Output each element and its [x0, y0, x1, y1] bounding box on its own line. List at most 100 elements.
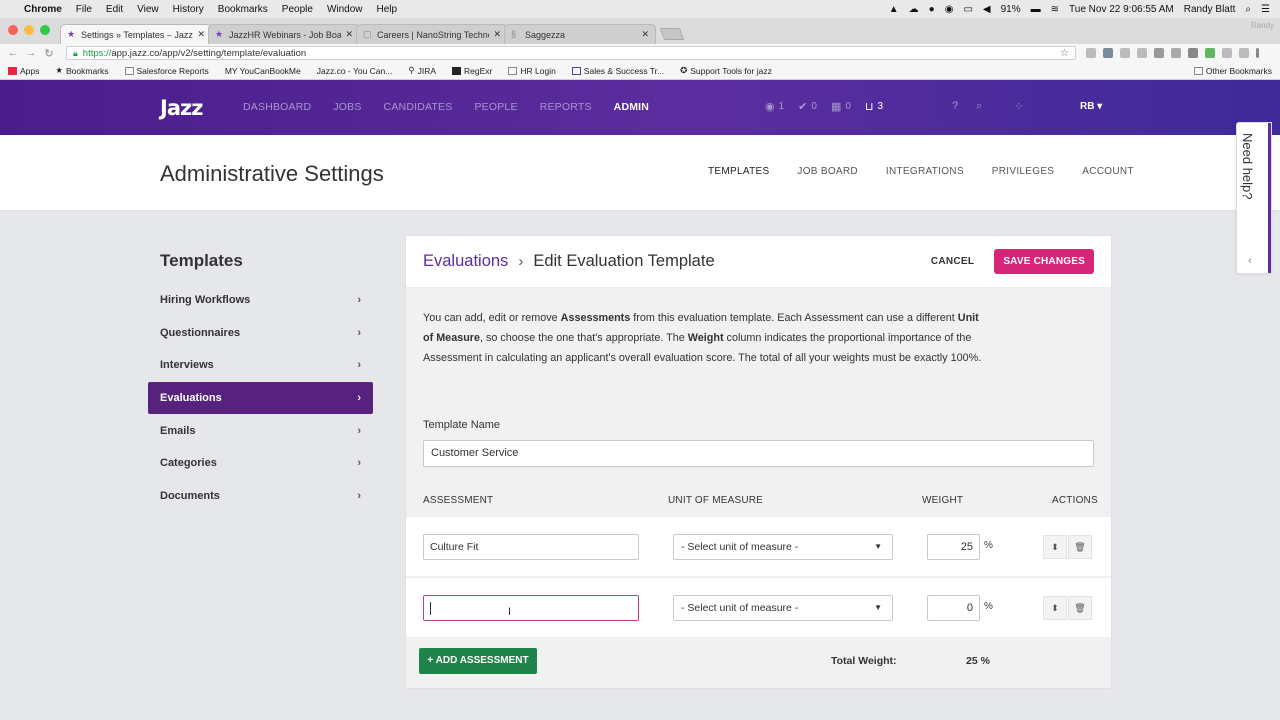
menu-bookmarks[interactable]: Bookmarks: [218, 4, 268, 15]
close-window-icon[interactable]: [8, 25, 18, 35]
reload-icon[interactable]: ↻: [42, 47, 56, 60]
volume-icon[interactable]: ◀: [983, 4, 991, 15]
watching-counter[interactable]: ◉ 1: [765, 100, 784, 113]
browser-tab[interactable]: ★ Settings » Templates – Jazz ✕: [60, 24, 212, 44]
nav-jobs[interactable]: JOBS: [333, 101, 361, 113]
need-help-tab[interactable]: Need help? ‹: [1236, 122, 1272, 274]
lock-icon[interactable]: 🔒︎: [73, 48, 78, 59]
address-bar[interactable]: 🔒︎ https:// app.jazz.co/app/v2/setting/t…: [66, 46, 1076, 60]
menu-edit[interactable]: Edit: [106, 4, 123, 15]
search-icon[interactable]: ⌕: [976, 100, 982, 113]
browser-tab[interactable]: § Saggezza ✕: [504, 24, 656, 44]
apps-grid-icon[interactable]: ⁘: [1014, 100, 1023, 113]
bookmark-item[interactable]: HR Login: [508, 66, 556, 76]
bookmark-item[interactable]: ⚲ JIRA: [408, 65, 436, 76]
save-changes-button[interactable]: SAVE CHANGES: [994, 249, 1094, 274]
calendar-counter[interactable]: ▦ 0: [831, 100, 851, 113]
clock[interactable]: Tue Nov 22 9:06:55 AM: [1069, 4, 1174, 15]
new-tab-button[interactable]: [659, 28, 685, 40]
weight-input[interactable]: 25: [927, 534, 980, 560]
tasks-counter[interactable]: ✔ 0: [798, 100, 817, 113]
menu-history[interactable]: History: [173, 4, 204, 15]
add-assessment-button[interactable]: + ADD ASSESSMENT: [419, 648, 537, 674]
bookmark-item[interactable]: Salesforce Reports: [124, 66, 209, 76]
nav-candidates[interactable]: CANDIDATES: [384, 101, 453, 113]
forward-icon[interactable]: →: [24, 47, 38, 59]
unit-of-measure-select[interactable]: - Select unit of measure - ▼: [673, 595, 893, 621]
reorder-handle-icon[interactable]: ⬍: [1043, 596, 1067, 620]
nav-dashboard[interactable]: DASHBOARD: [243, 101, 311, 113]
airplay-icon[interactable]: ▭: [963, 4, 972, 15]
assessment-name-input[interactable]: Culture Fit: [423, 534, 639, 560]
sidebar-item-hiring-workflows[interactable]: Hiring Workflows ›: [148, 284, 373, 317]
cancel-button[interactable]: CANCEL: [931, 256, 974, 267]
battery-icon[interactable]: ▬: [1031, 4, 1041, 15]
wifi-icon[interactable]: ≋: [1051, 4, 1059, 15]
jazz-logo[interactable]: Jazz: [160, 96, 203, 120]
skype-icon[interactable]: ◉: [945, 4, 954, 15]
back-icon[interactable]: ←: [6, 47, 20, 59]
inbox-counter[interactable]: ⊔ 3: [865, 100, 883, 113]
weight-input[interactable]: 0: [927, 595, 980, 621]
subnav-account[interactable]: ACCOUNT: [1082, 166, 1134, 177]
close-tab-icon[interactable]: ✕: [345, 29, 353, 40]
bookmark-item[interactable]: MY YouCanBookMe: [225, 66, 301, 76]
sidebar-item-emails[interactable]: Emails ›: [148, 414, 373, 447]
sidebar-item-questionnaires[interactable]: Questionnaires ›: [148, 317, 373, 350]
extension-icon[interactable]: [1188, 48, 1198, 58]
extension-icon[interactable]: [1222, 48, 1232, 58]
menu-people[interactable]: People: [282, 4, 313, 15]
extension-icon[interactable]: [1239, 48, 1249, 58]
bookmark-item[interactable]: ✪ Support Tools for jazz: [680, 65, 772, 76]
user-menu[interactable]: RB ▾: [1080, 101, 1102, 112]
sidebar-item-categories[interactable]: Categories ›: [148, 447, 373, 480]
chevron-left-icon[interactable]: ‹: [1248, 255, 1252, 267]
extension-icon[interactable]: [1205, 48, 1215, 58]
subnav-privileges[interactable]: PRIVILEGES: [992, 166, 1054, 177]
menu-icon[interactable]: [1256, 48, 1259, 58]
subnav-job-board[interactable]: JOB BOARD: [797, 166, 858, 177]
other-bookmarks[interactable]: Other Bookmarks: [1193, 66, 1272, 76]
nav-reports[interactable]: REPORTS: [540, 101, 592, 113]
extension-icon[interactable]: [1120, 48, 1130, 58]
menu-file[interactable]: File: [76, 4, 92, 15]
extension-icon[interactable]: [1171, 48, 1181, 58]
browser-tab[interactable]: ▢ Careers | NanoString Technolo ✕: [356, 24, 508, 44]
assessment-name-input[interactable]: I: [423, 595, 639, 621]
nav-admin[interactable]: ADMIN: [614, 101, 649, 113]
bookmark-star-icon[interactable]: ☆: [1060, 48, 1069, 59]
cloud-icon[interactable]: ☁: [909, 4, 919, 15]
unit-of-measure-select[interactable]: - Select unit of measure - ▼: [673, 534, 893, 560]
sidebar-item-interviews[interactable]: Interviews ›: [148, 349, 373, 382]
menu-window[interactable]: Window: [327, 4, 363, 15]
spotlight-icon[interactable]: ⌕: [1245, 4, 1251, 15]
subnav-integrations[interactable]: INTEGRATIONS: [886, 166, 964, 177]
drive-icon[interactable]: ▲: [889, 4, 899, 15]
bookmark-item[interactable]: Apps: [8, 66, 39, 76]
bookmark-item[interactable]: RegExr: [452, 66, 492, 76]
zoom-window-icon[interactable]: [40, 25, 50, 35]
record-icon[interactable]: ●: [929, 4, 935, 15]
bookmark-item[interactable]: ★ Bookmarks: [55, 65, 108, 76]
delete-trash-icon[interactable]: 🗑︎: [1068, 535, 1092, 559]
close-tab-icon[interactable]: ✕: [197, 29, 205, 40]
browser-tab[interactable]: ★ JazzHR Webinars - Job Board ✕: [208, 24, 360, 44]
profile-button[interactable]: Randy: [1251, 21, 1274, 30]
template-name-input[interactable]: Customer Service: [423, 440, 1094, 467]
help-icon[interactable]: ?: [952, 100, 958, 113]
menu-help[interactable]: Help: [377, 4, 398, 15]
reorder-handle-icon[interactable]: ⬍: [1043, 535, 1067, 559]
extension-icon[interactable]: [1154, 48, 1164, 58]
subnav-templates[interactable]: TEMPLATES: [708, 166, 769, 177]
breadcrumb-evaluations[interactable]: Evaluations: [423, 252, 508, 271]
bookmark-item[interactable]: Jazz.co - You Can...: [317, 66, 393, 76]
minimize-window-icon[interactable]: [24, 25, 34, 35]
close-tab-icon[interactable]: ✕: [641, 29, 649, 40]
extension-icon[interactable]: [1086, 48, 1096, 58]
notifications-icon[interactable]: ☰: [1261, 4, 1270, 15]
sidebar-item-documents[interactable]: Documents ›: [148, 480, 373, 513]
nav-people[interactable]: PEOPLE: [474, 101, 517, 113]
menu-app-name[interactable]: Chrome: [24, 4, 62, 15]
menu-view[interactable]: View: [137, 4, 159, 15]
extension-icon[interactable]: [1137, 48, 1147, 58]
